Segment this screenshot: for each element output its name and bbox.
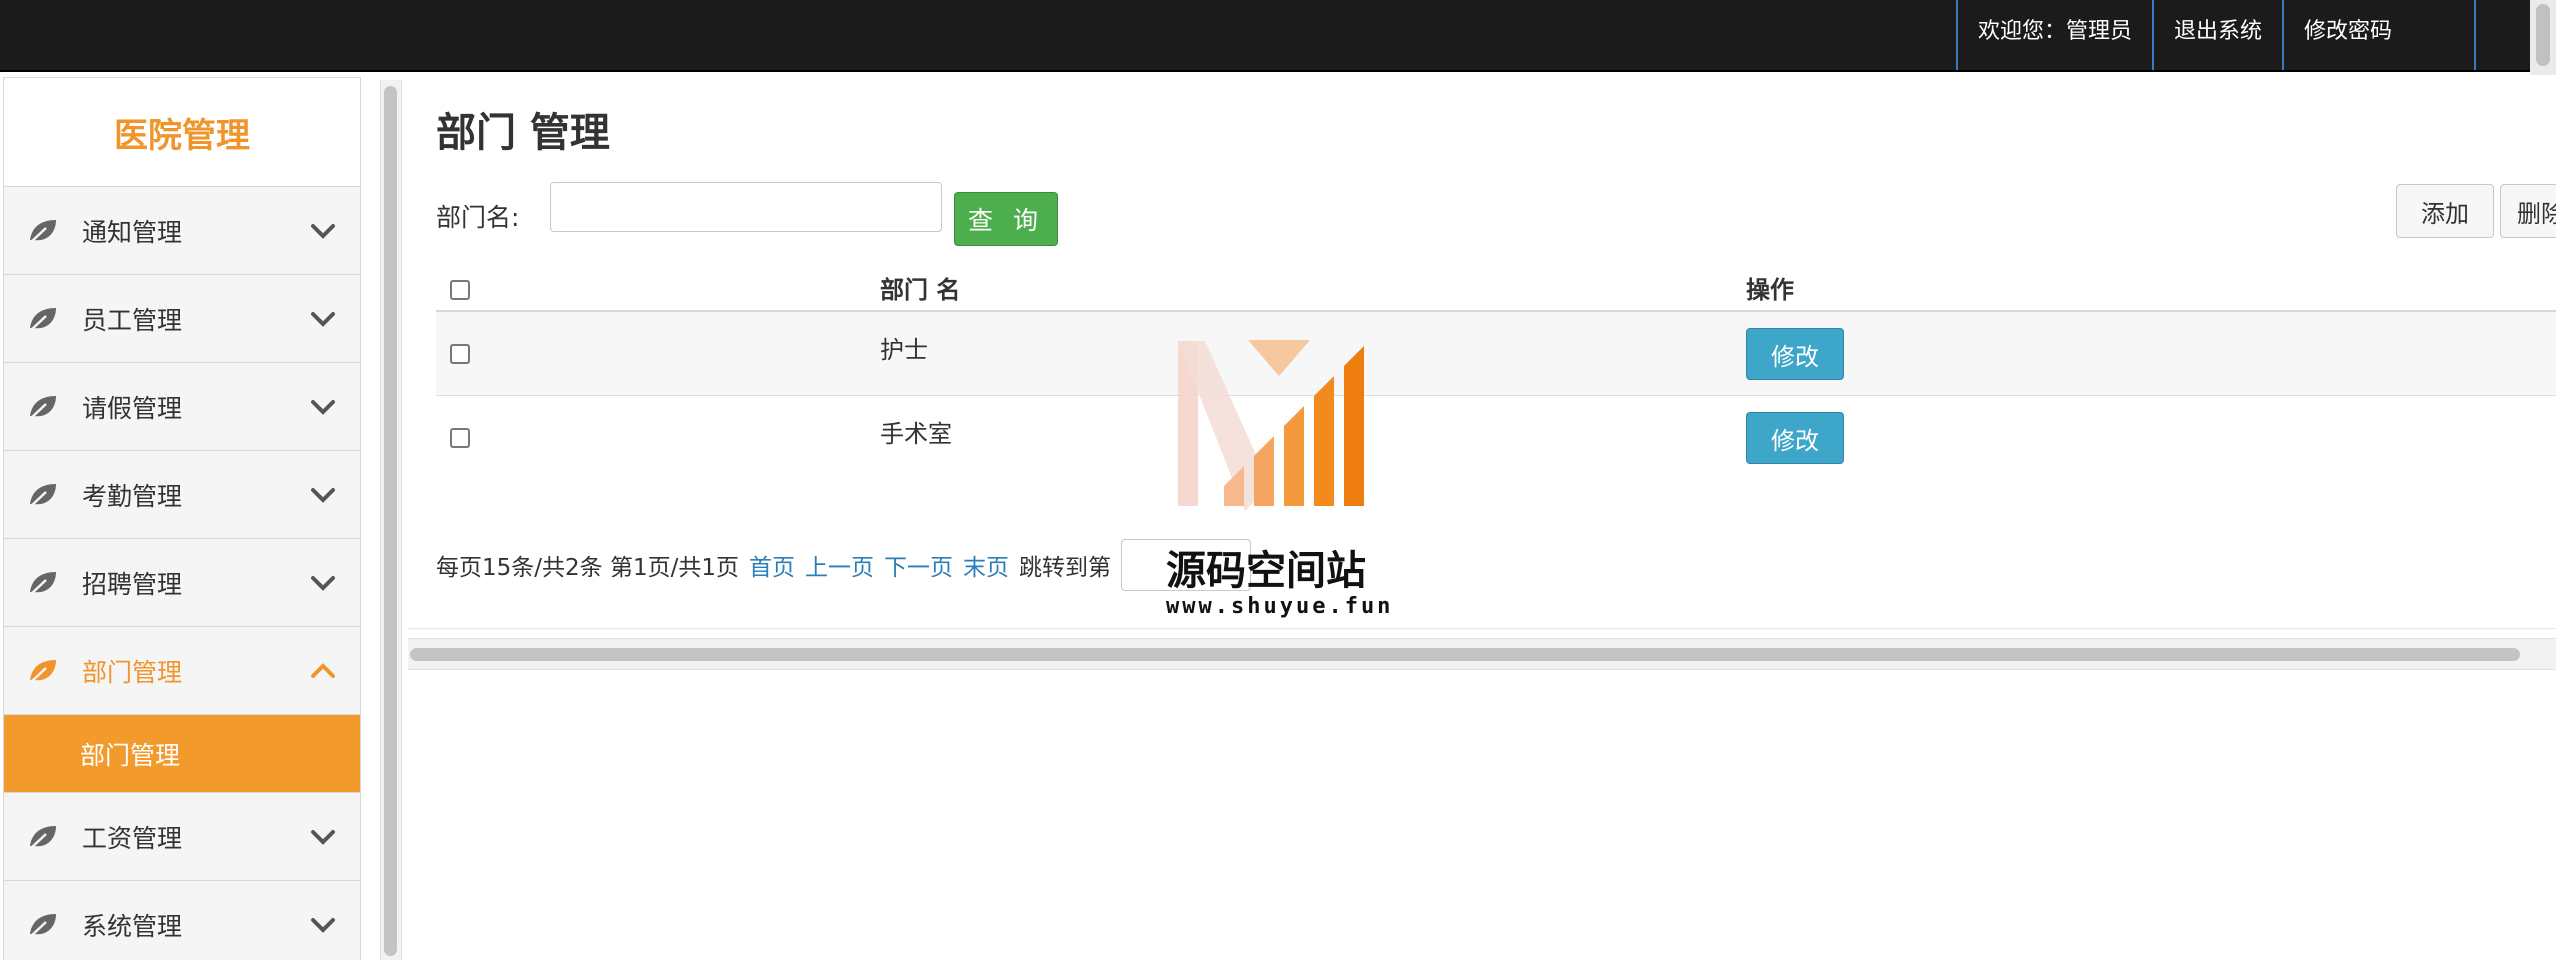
leaf-icon xyxy=(28,395,56,421)
leaf-icon xyxy=(28,913,56,939)
chevron-down-icon xyxy=(311,829,335,845)
main-content: 部门 管理 部门名: 查 询 添加 删除 部门 名 操作 护士 修改 手术室 修… xyxy=(408,72,2556,960)
prev-page-link[interactable]: 上一页 xyxy=(805,548,874,582)
sidebar-item-staff[interactable]: 员工管理 xyxy=(4,275,360,363)
logout-link[interactable]: 退出系统 xyxy=(2151,0,2282,70)
leaf-icon xyxy=(28,571,56,597)
chevron-down-icon xyxy=(311,487,335,503)
chevron-down-icon xyxy=(311,917,335,933)
top-navbar: 欢迎您：管理员 退出系统 修改密码 xyxy=(0,0,2530,72)
column-header-action: 操作 xyxy=(1746,276,1794,304)
department-name-cell: 护士 xyxy=(880,336,928,364)
leaf-icon xyxy=(28,825,56,851)
pagination: 每页15条/共2条 第1页/共1页 首页 上一页 下一页 末页 跳转到第 xyxy=(436,539,1251,591)
next-page-link[interactable]: 下一页 xyxy=(884,548,953,582)
page-title: 部门 管理 xyxy=(436,110,610,156)
add-button[interactable]: 添加 xyxy=(2396,184,2494,238)
last-page-link[interactable]: 末页 xyxy=(963,548,1009,582)
sidebar-item-recruitment[interactable]: 招聘管理 xyxy=(4,539,360,627)
watermark-text: 源码空间站 xyxy=(1166,548,1366,594)
column-header-name: 部门 名 xyxy=(880,276,961,304)
edit-button[interactable]: 修改 xyxy=(1746,412,1844,464)
leaf-icon xyxy=(28,219,56,245)
query-button[interactable]: 查 询 xyxy=(954,192,1058,246)
pagination-summary: 每页15条/共2条 第1页/共1页 xyxy=(436,555,739,581)
sidebar-item-label: 通知管理 xyxy=(82,217,183,247)
horizontal-scrollbar[interactable] xyxy=(408,638,2556,670)
department-table: 部门 名 操作 护士 修改 手术室 修改 xyxy=(436,254,2556,480)
sidebar-item-label: 考勤管理 xyxy=(82,481,183,511)
window-scrollbar-thumb[interactable] xyxy=(2536,4,2550,66)
chevron-down-icon xyxy=(311,311,335,327)
select-all-checkbox[interactable] xyxy=(450,280,470,300)
sidebar-item-label: 请假管理 xyxy=(82,393,183,423)
sidebar-subitem-department[interactable]: 部门管理 xyxy=(4,715,360,793)
sidebar-item-label: 部门管理 xyxy=(82,657,183,687)
department-name-cell: 手术室 xyxy=(880,420,952,448)
divider xyxy=(408,628,2556,629)
sidebar-title: 医院管理 xyxy=(4,78,360,187)
frame-vertical-scrollbar-thumb[interactable] xyxy=(384,86,397,956)
chevron-up-icon xyxy=(311,662,335,678)
sidebar-item-label: 系统管理 xyxy=(82,911,183,941)
sidebar-item-attendance[interactable]: 考勤管理 xyxy=(4,451,360,539)
window-scrollbar[interactable] xyxy=(2530,0,2556,75)
welcome-text: 欢迎您：管理员 xyxy=(1955,0,2152,70)
change-password-link[interactable]: 修改密码 xyxy=(2282,0,2476,70)
sidebar-item-department[interactable]: 部门管理 xyxy=(4,627,360,715)
sidebar-item-notice[interactable]: 通知管理 xyxy=(4,187,360,275)
chevron-down-icon xyxy=(311,575,335,591)
table-row: 手术室 修改 xyxy=(436,396,2556,480)
sidebar-item-leave[interactable]: 请假管理 xyxy=(4,363,360,451)
first-page-link[interactable]: 首页 xyxy=(749,548,795,582)
search-label: 部门名: xyxy=(436,203,520,232)
sidebar-item-label: 员工管理 xyxy=(82,305,183,335)
chevron-down-icon xyxy=(311,223,335,239)
department-name-input[interactable] xyxy=(550,182,942,232)
leaf-icon xyxy=(28,659,56,685)
leaf-icon xyxy=(28,307,56,333)
jump-to-label: 跳转到第 xyxy=(1018,555,1111,581)
row-checkbox[interactable] xyxy=(450,344,470,364)
watermark-url: www.shuyue.fun xyxy=(1166,594,1394,619)
horizontal-scrollbar-thumb[interactable] xyxy=(410,648,2520,661)
chevron-down-icon xyxy=(311,399,335,415)
edit-button[interactable]: 修改 xyxy=(1746,328,1844,380)
delete-button[interactable]: 删除 xyxy=(2500,184,2556,238)
sidebar-item-label: 招聘管理 xyxy=(82,569,183,599)
leaf-icon xyxy=(28,483,56,509)
top-nav-links: 欢迎您：管理员 退出系统 修改密码 xyxy=(1955,0,2476,70)
sidebar: 医院管理 通知管理 员工管理 请假管理 考勤管理 招聘管理 部门管理 部门管理 … xyxy=(3,77,361,960)
table-header-row: 部门 名 操作 xyxy=(436,254,2556,312)
table-row: 护士 修改 xyxy=(436,312,2556,396)
sidebar-item-system[interactable]: 系统管理 xyxy=(4,881,360,960)
frame-vertical-scrollbar[interactable] xyxy=(380,80,402,960)
sidebar-item-salary[interactable]: 工资管理 xyxy=(4,793,360,881)
row-checkbox[interactable] xyxy=(450,428,470,448)
sidebar-item-label: 工资管理 xyxy=(82,823,183,853)
